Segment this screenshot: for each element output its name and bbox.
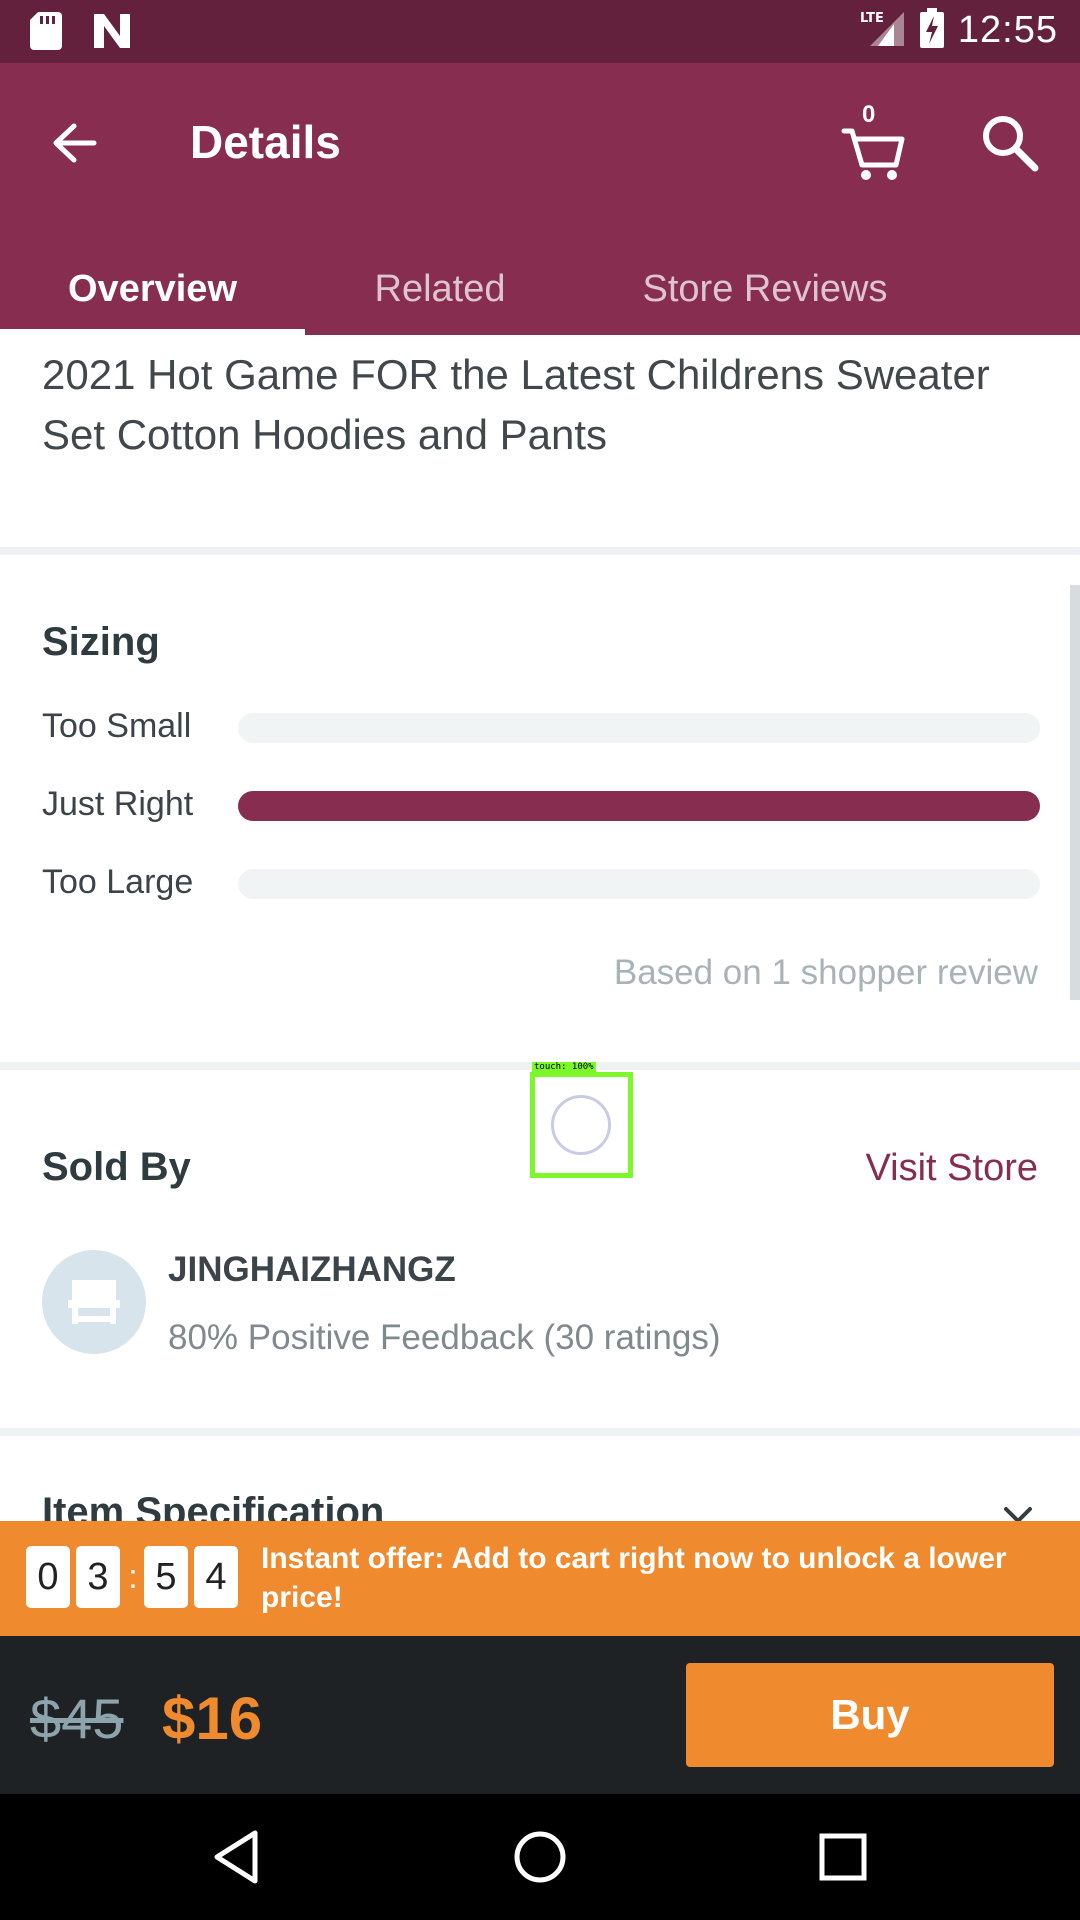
arrow-left-icon [53, 123, 97, 163]
size-label: Too Large [42, 863, 194, 901]
search-icon [983, 116, 1039, 172]
size-bar [238, 869, 1040, 899]
instant-offer-banner[interactable]: 0 3 : 5 4 Instant offer: Add to cart rig… [0, 1521, 1080, 1636]
size-bar [238, 791, 1040, 821]
square-recents-icon [819, 1833, 867, 1881]
search-button[interactable] [975, 108, 1045, 178]
timer-digit: 3 [76, 1546, 120, 1608]
original-price: $45 [30, 1687, 124, 1750]
size-bar-fill [238, 791, 1040, 821]
seller-name[interactable]: JINGHAIZHANGZ [168, 1250, 456, 1290]
circle-home-icon [514, 1831, 566, 1883]
touch-indicator [551, 1095, 611, 1155]
timer-separator: : [128, 1557, 138, 1596]
tab-overview[interactable]: Overview [0, 243, 305, 335]
size-row-too-small: Too Small [42, 707, 1040, 747]
system-nav-bar [0, 1794, 1080, 1920]
nav-home-button[interactable] [510, 1827, 570, 1887]
lte-signal-icon: LTE [858, 8, 906, 53]
review-count-note: Based on 1 shopper review [613, 953, 1038, 992]
status-bar: LTE 12:55 [0, 0, 1080, 63]
divider [0, 547, 1080, 555]
tab-bar: Overview Related Store Reviews [0, 243, 1080, 335]
purchase-bar: $45 $16 Buy [0, 1636, 1080, 1794]
timer-digit: 5 [144, 1546, 188, 1608]
tab-store-reviews[interactable]: Store Reviews [590, 243, 940, 335]
divider [0, 1428, 1080, 1436]
offer-text: Instant offer: Add to cart right now to … [261, 1542, 1007, 1614]
nav-recents-button[interactable] [813, 1827, 873, 1887]
countdown-timer: 0 3 : 5 4 [26, 1546, 244, 1608]
store-avatar[interactable] [42, 1250, 146, 1354]
tab-related[interactable]: Related [305, 243, 575, 335]
notification-n-icon [92, 12, 132, 55]
size-bar [238, 713, 1040, 743]
size-label: Just Right [42, 785, 194, 823]
visit-store-link[interactable]: Visit Store [866, 1147, 1038, 1190]
touch-label: touch: 100% [532, 1062, 596, 1072]
scrollbar[interactable] [1070, 585, 1080, 1000]
page-title: Details [190, 116, 341, 168]
sizing-title: Sizing [42, 620, 160, 664]
svg-text:LTE: LTE [860, 11, 884, 26]
back-button[interactable] [44, 113, 104, 173]
cart-icon [841, 128, 905, 180]
seller-feedback: 80% Positive Feedback (30 ratings) [168, 1318, 721, 1357]
product-title: 2021 Hot Game FOR the Latest Childrens S… [42, 351, 990, 458]
triangle-back-icon [214, 1830, 258, 1884]
sd-card-icon [30, 12, 62, 55]
size-row-too-large: Too Large [42, 863, 1040, 903]
size-label: Too Small [42, 707, 192, 745]
size-row-just-right: Just Right [42, 785, 1040, 825]
buy-button[interactable]: Buy [686, 1663, 1054, 1767]
timer-digit: 4 [194, 1546, 238, 1608]
sold-by-title: Sold By [42, 1145, 191, 1189]
clock: 12:55 [957, 9, 1058, 51]
tab-indicator [0, 329, 305, 335]
battery-charging-icon [919, 8, 944, 53]
nav-back-button[interactable] [207, 1827, 267, 1887]
sale-price: $16 [162, 1685, 263, 1752]
storefront-icon [68, 1280, 120, 1324]
app-bar: Details 0 Overview Related Store Reviews [0, 63, 1080, 335]
timer-digit: 0 [26, 1546, 70, 1608]
cart-button[interactable]: 0 [838, 101, 908, 183]
